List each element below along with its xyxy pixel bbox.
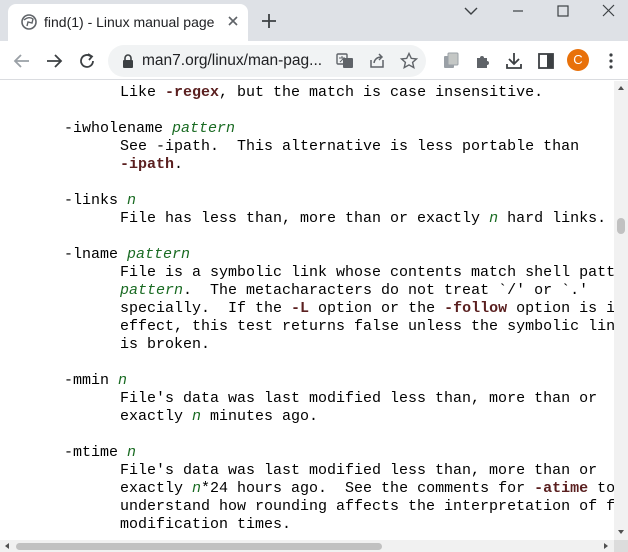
- desc-line: File's data was last modified less than,…: [120, 390, 598, 407]
- horizontal-scroll-thumb[interactable]: [16, 543, 382, 550]
- option-iwholename: -iwholename pattern: [64, 120, 236, 137]
- desc-line: File has less than, more than or exactly…: [120, 210, 607, 227]
- desc-line: is broken.: [120, 336, 211, 353]
- desc-line: exactly n minutes ago.: [120, 408, 319, 425]
- tab-title: find(1) - Linux manual page: [44, 14, 215, 30]
- forward-arrow-icon[interactable]: [43, 50, 65, 72]
- desc-line: File is a symbolic link whose contents m…: [120, 264, 614, 281]
- browser-toolbar: man7.org/linux/man-pag... C: [0, 41, 628, 80]
- vertical-scrollbar[interactable]: [614, 81, 628, 540]
- man-page-content: Like -regex, but the match is case insen…: [0, 81, 614, 540]
- lock-icon[interactable]: [120, 53, 136, 69]
- scroll-left-arrow-icon[interactable]: [2, 541, 12, 551]
- atime-option: -atime: [534, 480, 589, 497]
- desc-line: Like -regex, but the match is case insen…: [120, 84, 544, 101]
- extension-copy-icon[interactable]: [440, 50, 462, 72]
- back-arrow-icon[interactable]: [11, 50, 33, 72]
- option-links: -links n: [64, 192, 137, 209]
- profile-avatar[interactable]: C: [567, 49, 589, 71]
- option-mtime: -mtime n: [64, 444, 137, 461]
- option-mmin: -mmin n: [64, 372, 128, 389]
- browser-tab[interactable]: find(1) - Linux manual page: [8, 4, 248, 41]
- scroll-down-arrow-icon[interactable]: [616, 527, 626, 537]
- minimize-icon[interactable]: [494, 0, 542, 30]
- scroll-up-arrow-icon[interactable]: [616, 83, 626, 93]
- desc-line: effect, this test returns false unless t…: [120, 318, 614, 335]
- new-tab-plus-icon[interactable]: [258, 10, 280, 32]
- desc-line: File's data was last modified less than,…: [120, 462, 598, 479]
- regex-option: -regex: [165, 84, 220, 101]
- globe-icon: [21, 14, 37, 30]
- desc-line: specially. If the -L option or the -foll…: [120, 300, 614, 317]
- follow-option: -follow: [444, 300, 508, 317]
- maximize-icon[interactable]: [539, 0, 587, 30]
- menu-kebab-icon[interactable]: [600, 50, 622, 72]
- reload-icon[interactable]: [76, 50, 98, 72]
- desc-line: modification times.: [120, 516, 292, 533]
- vertical-scroll-thumb[interactable]: [617, 218, 625, 234]
- desc-line: -ipath.: [120, 156, 184, 173]
- address-bar[interactable]: man7.org/linux/man-pag...: [108, 45, 426, 77]
- L-option: -L: [291, 300, 310, 317]
- tab-strip: find(1) - Linux manual page: [0, 0, 628, 41]
- desc-line: See -ipath. This alternative is less por…: [120, 138, 580, 155]
- scroll-right-arrow-icon[interactable]: [601, 541, 611, 551]
- close-window-icon[interactable]: [585, 0, 628, 30]
- desc-line: understand how rounding affects the inte…: [120, 498, 614, 515]
- tab-search-chevron-icon[interactable]: [447, 0, 495, 30]
- share-icon[interactable]: [367, 51, 387, 71]
- url-text[interactable]: man7.org/linux/man-pag...: [142, 52, 322, 70]
- ipath-option: -ipath: [120, 156, 175, 173]
- desc-line: pattern. The metacharacters do not treat…: [120, 282, 589, 299]
- horizontal-scrollbar[interactable]: [0, 540, 614, 552]
- bookmark-star-icon[interactable]: [399, 51, 419, 71]
- download-icon[interactable]: [503, 50, 525, 72]
- option-lname: -lname pattern: [64, 246, 191, 263]
- close-tab-icon[interactable]: [224, 12, 242, 30]
- desc-line: exactly n*24 hours ago. See the comments…: [120, 480, 614, 497]
- translate-icon[interactable]: [335, 51, 355, 71]
- extensions-puzzle-icon[interactable]: [472, 50, 494, 72]
- side-panel-icon[interactable]: [535, 50, 557, 72]
- scrollbar-corner: [614, 540, 628, 552]
